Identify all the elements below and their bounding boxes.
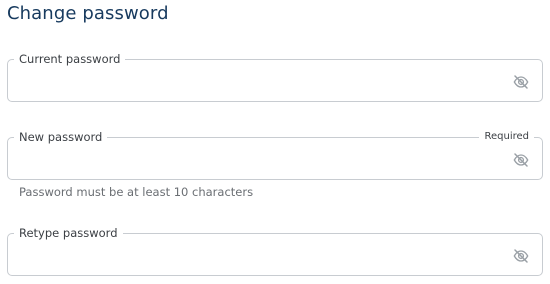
- change-password-form: Change password Current password New pas…: [0, 0, 550, 284]
- retype-password-field[interactable]: Retype password: [7, 225, 543, 276]
- required-indicator: Required: [479, 130, 534, 144]
- current-password-field[interactable]: Current password: [7, 51, 543, 102]
- eye-off-icon[interactable]: [513, 153, 529, 167]
- current-password-input[interactable]: [18, 70, 502, 94]
- retype-password-label: Retype password: [14, 225, 123, 241]
- eye-off-icon[interactable]: [513, 249, 529, 263]
- current-password-label: Current password: [14, 51, 126, 67]
- new-password-label: New password: [14, 129, 108, 145]
- new-password-field[interactable]: New password Required: [7, 129, 543, 180]
- retype-password-input[interactable]: [18, 244, 502, 268]
- eye-off-icon[interactable]: [513, 75, 529, 89]
- page-title: Change password: [7, 3, 169, 24]
- password-helper-text: Password must be at least 10 characters: [19, 185, 254, 199]
- new-password-input[interactable]: [18, 148, 502, 172]
